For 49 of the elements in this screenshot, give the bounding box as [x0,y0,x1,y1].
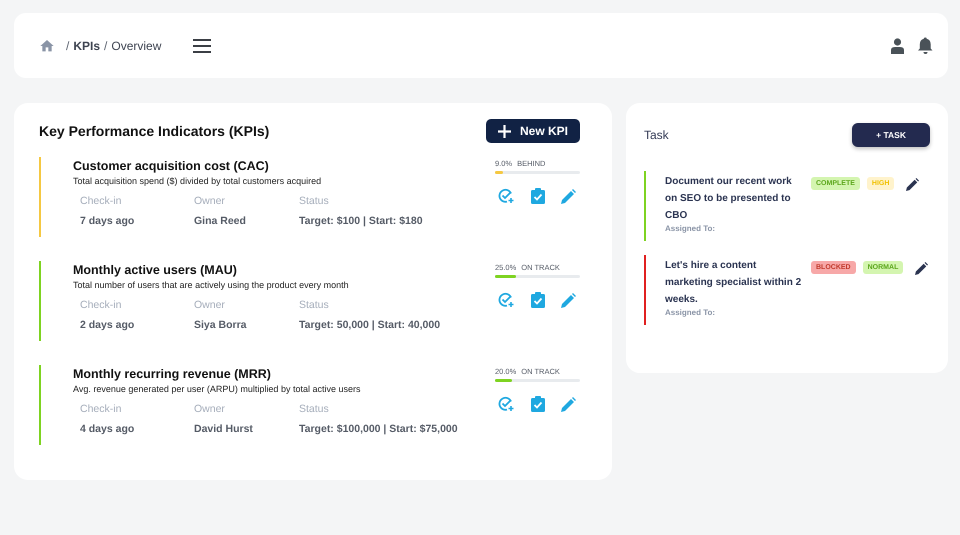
kpi-title: Customer acquisition cost (CAC) [73,159,270,173]
card-title: Task [644,128,669,142]
new-kpi-button[interactable]: New KPI [486,119,580,143]
status-value: Target: 50,000 | Start: 40,000 [299,319,440,331]
home-icon[interactable] [38,38,56,54]
add-task-button[interactable]: + TASK [852,123,930,147]
check-add-icon[interactable] [498,292,514,308]
task-text: Document our recent work on SEO to be presented to CBO [665,175,793,223]
assigned-label: Assigned To: [665,308,716,317]
checkin-value: 7 days ago [80,215,136,227]
plus-icon [498,124,511,138]
breadcrumb-link[interactable]: Overview [111,38,162,52]
clipboard-check-icon[interactable] [530,396,544,412]
status-value: Target: $100 | Start: $180 [299,215,423,227]
column-label: Owner [194,195,226,207]
task-text: Let's hire a content marketing specialist within 2 weeks. [665,259,802,307]
clipboard-check-icon[interactable] [530,188,544,204]
column-label: Owner [194,299,226,311]
column-label: Owner [194,403,226,415]
check-add-icon[interactable] [498,396,514,412]
kpi-title: Monthly active users (MAU) [73,263,238,277]
kpi-description: Avg. revenue generated per user (ARPU) multiplied by total active users [73,384,362,394]
pencil-icon[interactable] [906,178,920,191]
pencil-icon[interactable] [915,262,928,275]
breadcrumb-separator: / [66,38,70,52]
checkin-value: 4 days ago [80,423,136,435]
checkin-value: 2 days ago [80,319,136,331]
kpi-description: Total number of users that are actively using the product every month [73,280,350,290]
column-label: Status [299,195,330,207]
user-icon[interactable] [891,38,904,54]
breadcrumb-link[interactable]: KPIs [73,38,100,52]
kpi-description: Total acquisition spend ($) divided by total customers acquired [73,176,322,186]
owner-value: Gina Reed [194,215,247,227]
bell-icon[interactable] [918,37,933,54]
kpi-title: Monthly recurring revenue (MRR) [73,367,272,381]
column-label: Check-in [80,403,122,415]
column-label: Status [299,403,330,415]
owner-value: Siya Borra [194,319,248,331]
owner-value: David Hurst [194,423,254,435]
column-label: Check-in [80,299,122,311]
card-title: Key Performance Indicators (KPIs) [39,123,270,139]
menu-icon[interactable] [193,38,212,52]
column-label: Status [299,299,330,311]
status-value: Target: $100,000 | Start: $75,000 [299,423,458,435]
assigned-label: Assigned To: [665,224,716,233]
check-add-icon[interactable] [498,188,514,204]
breadcrumb-separator: / [104,38,108,52]
column-label: Check-in [80,195,122,207]
clipboard-check-icon[interactable] [530,292,544,308]
